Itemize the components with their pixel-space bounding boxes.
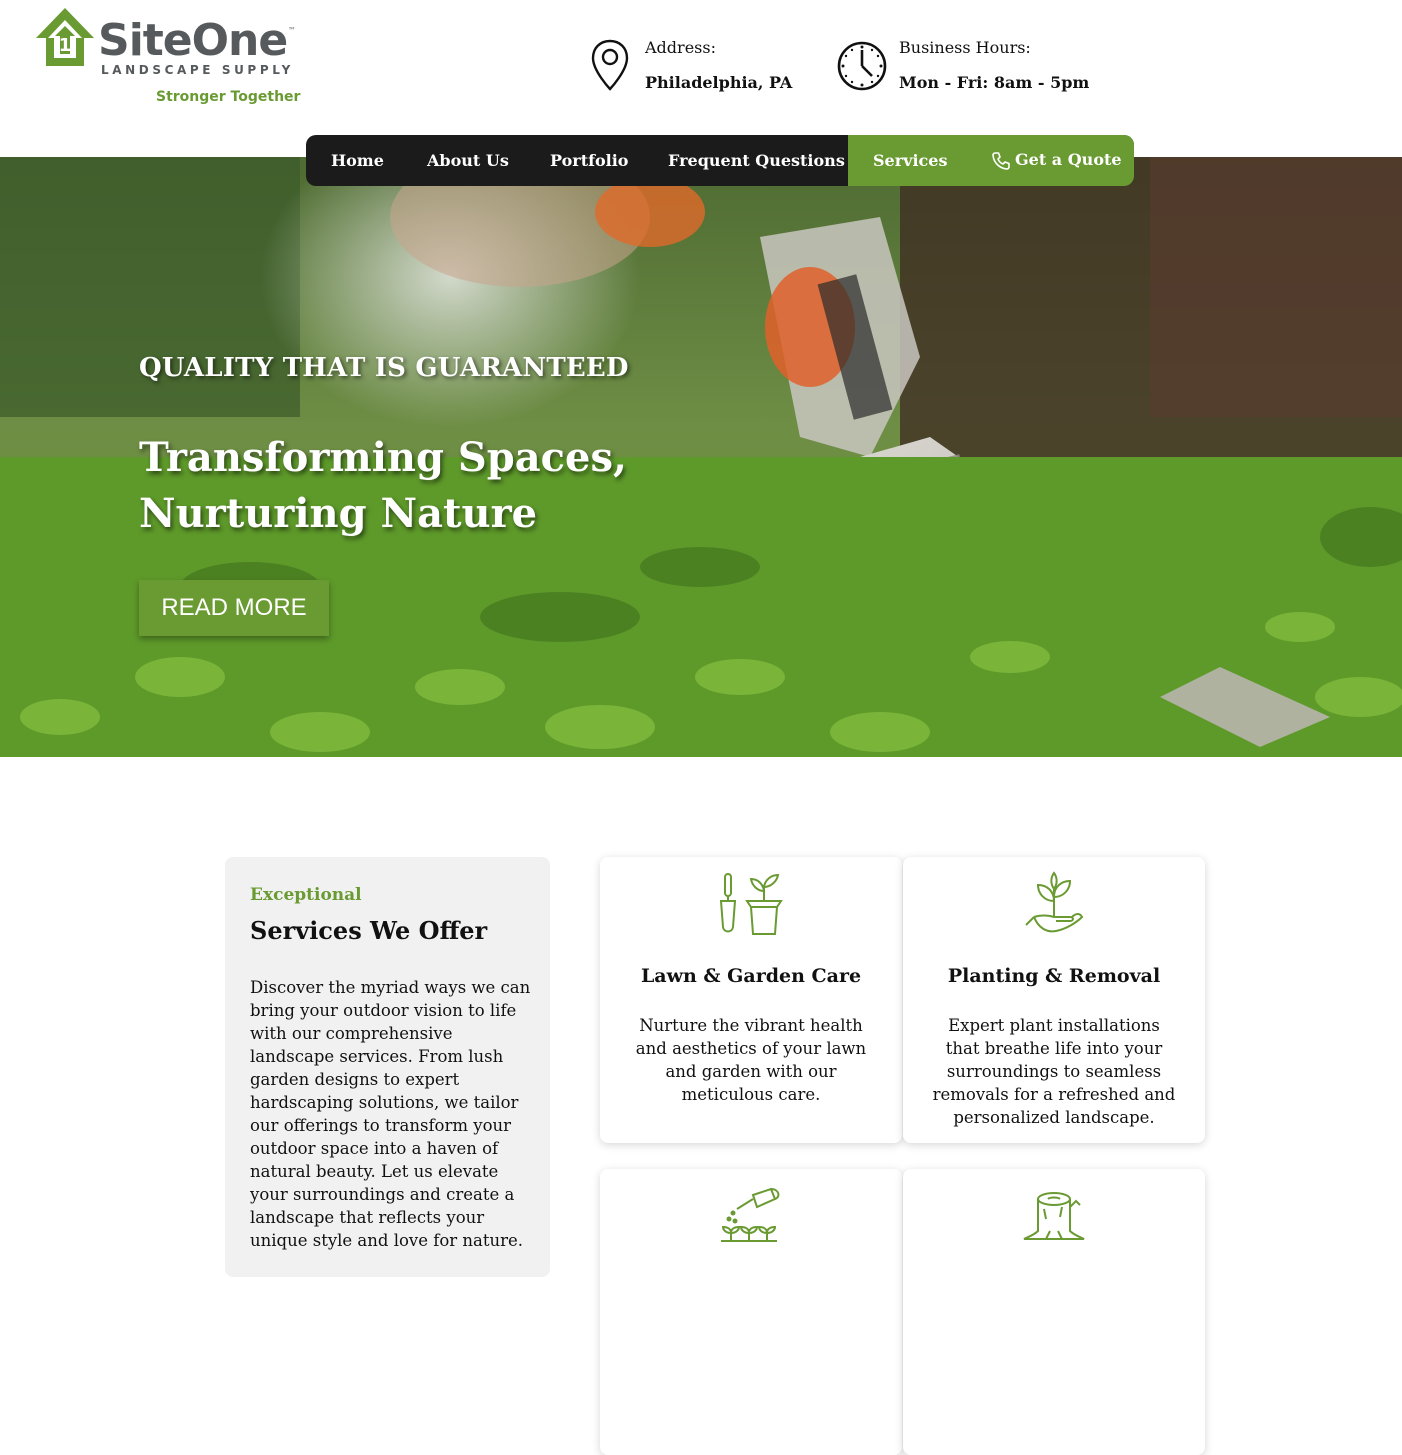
hero-kicker: QUALITY THAT IS GUARANTEED (139, 353, 629, 383)
hero-banner: QUALITY THAT IS GUARANTEED Transforming … (0, 157, 1402, 757)
nav-frequent-questions[interactable]: Frequent Questions (668, 135, 845, 186)
services-kicker: Exceptional (250, 885, 362, 905)
logo-subtitle: LANDSCAPE SUPPLY (101, 63, 294, 77)
main-nav: Home About Us Portfolio Frequent Questio… (306, 135, 1134, 186)
get-a-quote-button[interactable]: Get a Quote (991, 135, 1122, 186)
services-title: Services We Offer (250, 916, 488, 945)
address-value: Philadelphia, PA (645, 73, 793, 92)
service-title: Planting & Removal (947, 965, 1161, 987)
logo-name: SiteOne (98, 15, 288, 66)
service-card-watering[interactable] (600, 1169, 902, 1455)
address-label: Address: (645, 38, 716, 57)
hours-block: Business Hours: Mon - Fri: 8am - 5pm (836, 36, 1096, 96)
hero-title: Transforming Spaces, Nurturing Nature (139, 430, 659, 542)
garden-tools-icon (719, 873, 783, 935)
service-card-stump-removal[interactable] (903, 1169, 1205, 1455)
nav-services[interactable]: Services (873, 135, 947, 186)
hours-label: Business Hours: (899, 38, 1031, 57)
service-description: Expert plant installations that breathe … (932, 1016, 1176, 1127)
services-intro-card: Exceptional Services We Offer Discover t… (225, 857, 550, 1277)
tree-stump-icon (1023, 1192, 1085, 1240)
siteone-logo[interactable]: 1 SiteOne ™ LANDSCAPE SUPPLY Stronger To… (34, 4, 304, 114)
get-a-quote-label: Get a Quote (1015, 150, 1122, 169)
map-pin-icon (591, 39, 629, 91)
nav-home[interactable]: Home (331, 135, 384, 186)
service-description: Nurture the vibrant health and aesthetic… (635, 1016, 867, 1104)
address-block: Address: Philadelphia, PA (590, 36, 810, 96)
logo-house-icon: 1 (36, 8, 94, 66)
services-description: Discover the myriad ways we can bring yo… (250, 978, 531, 1250)
plant-in-hand-icon (1025, 871, 1084, 933)
nav-about-us[interactable]: About Us (427, 135, 509, 186)
service-card-planting-removal[interactable]: Planting & Removal Expert plant installa… (903, 857, 1205, 1143)
nav-portfolio[interactable]: Portfolio (550, 135, 628, 186)
service-title: Lawn & Garden Care (640, 965, 862, 987)
hero-title-line-2: Nurturing Nature (139, 490, 538, 537)
clock-icon (837, 41, 887, 91)
hero-title-line-1: Transforming Spaces, (139, 434, 627, 481)
hours-value: Mon - Fri: 8am - 5pm (899, 73, 1090, 92)
logo-tagline: Stronger Together (156, 89, 301, 105)
read-more-button[interactable]: READ MORE (139, 580, 329, 636)
logo-trademark: ™ (288, 26, 296, 35)
phone-icon (992, 151, 1010, 170)
watering-can-icon (721, 1187, 780, 1242)
svg-text:1: 1 (59, 35, 72, 56)
service-card-lawn-garden[interactable]: Lawn & Garden Care Nurture the vibrant h… (600, 857, 902, 1143)
